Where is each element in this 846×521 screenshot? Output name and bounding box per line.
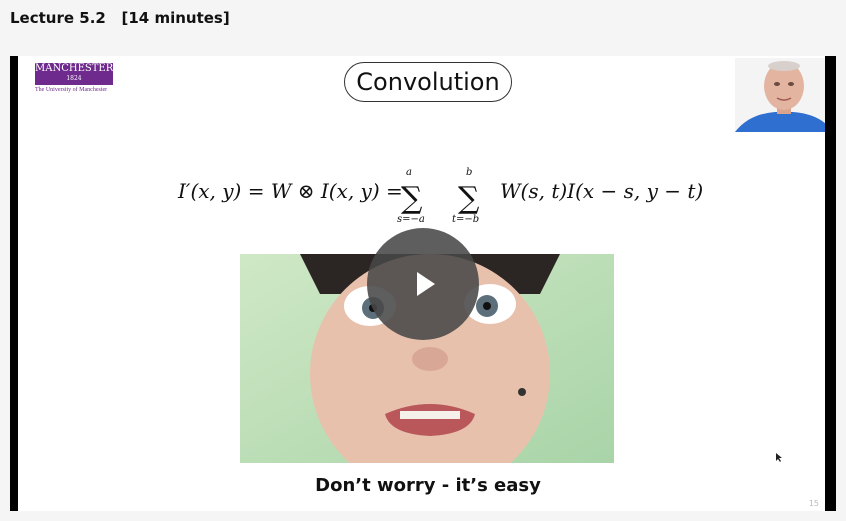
video-player[interactable]: MANCHESTER 1824 The University of Manche…	[10, 56, 836, 511]
play-icon	[417, 272, 435, 296]
university-logo: MANCHESTER 1824	[35, 63, 113, 85]
logo-tagline: The University of Manchester	[35, 87, 108, 93]
slide-page-number: 15	[808, 499, 819, 508]
slide-caption: Don’t worry - it’s easy	[315, 475, 541, 496]
sum2-lower: t=−b	[452, 214, 479, 224]
presenter-webcam	[735, 58, 825, 132]
sum1-sigma: ∑	[401, 181, 423, 216]
lecture-header: Lecture 5.2 [14 minutes]	[0, 0, 846, 40]
play-button[interactable]	[367, 228, 479, 340]
logo-text: MANCHESTER	[35, 63, 114, 74]
sum2-sigma: ∑	[458, 181, 480, 216]
logo-year: 1824	[66, 75, 82, 82]
formula-rhs: W(s, t)I(x − s, y − t)	[500, 179, 703, 203]
lecture-title: Lecture 5.2 [14 minutes]	[10, 9, 230, 27]
sum2-upper: b	[466, 167, 472, 178]
convolution-formula: I′(x, y) = W ⊗ I(x, y) = a ∑ s=−a b ∑ t=…	[168, 164, 728, 225]
sum1-lower: s=−a	[397, 214, 425, 224]
mouse-cursor-icon	[776, 453, 782, 462]
sum1-upper: a	[406, 167, 412, 178]
slide-title: Convolution	[344, 62, 512, 102]
formula-lhs: I′(x, y) = W ⊗ I(x, y) =	[177, 179, 403, 203]
